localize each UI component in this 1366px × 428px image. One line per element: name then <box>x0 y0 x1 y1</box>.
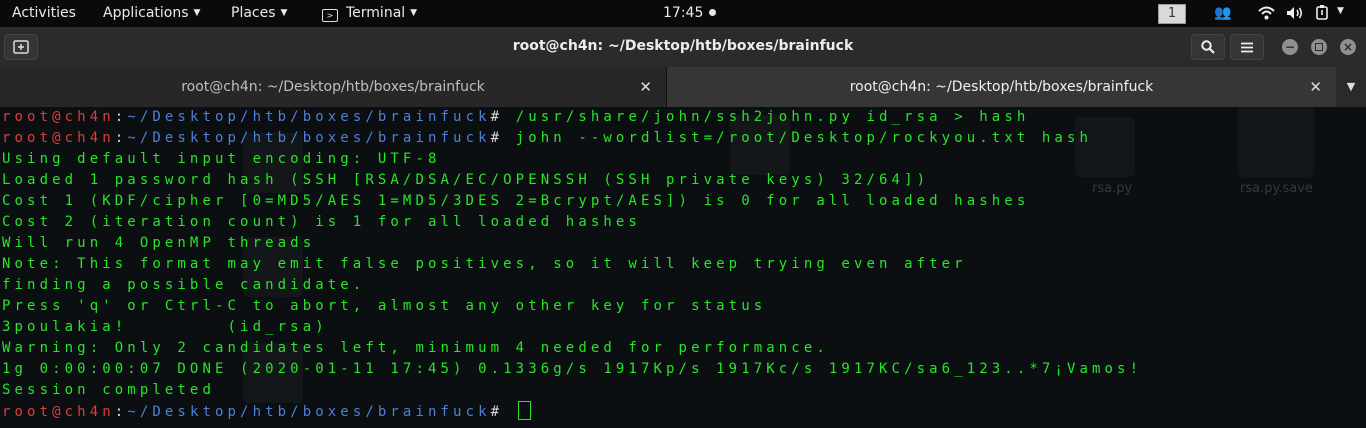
desktop-file-ghost-label: rsa.py <box>1092 181 1133 196</box>
top-panel: Activities Applications ▼ Places ▼ > Termin… <box>0 0 1366 27</box>
output-line: Warning: Only 2 candidates left, minimum… <box>2 340 829 356</box>
applications-label: Applications <box>103 5 189 21</box>
close-tab-icon[interactable]: ✕ <box>1309 78 1322 96</box>
tab-label: root@ch4n: ~/Desktop/htb/boxes/brainfuck <box>181 79 485 95</box>
tab-1[interactable]: root@ch4n: ~/Desktop/htb/boxes/brainfuck… <box>0 67 667 107</box>
output-line: Press 'q' or Ctrl-C to abort, almost any… <box>2 298 767 314</box>
prompt-path: ~/Desktop/htb/boxes/brainfuck <box>127 404 491 420</box>
output-line: Will run 4 OpenMP threads <box>2 235 316 251</box>
prompt-user-host: root@ch4n <box>2 109 115 125</box>
prompt-symbol: # <box>490 109 504 125</box>
prompt-path: ~/Desktop/htb/boxes/brainfuck <box>127 130 491 146</box>
prompt-symbol: # <box>490 130 504 146</box>
tab-list-button[interactable]: ▼ <box>1336 67 1366 107</box>
prompt-colon: : <box>114 130 128 146</box>
system-menu-chevron-icon[interactable]: ▼ <box>1337 6 1344 16</box>
window-title: root@ch4n: ~/Desktop/htb/boxes/brainfuck <box>512 38 854 54</box>
chevron-down-icon: ▼ <box>193 8 201 18</box>
tab-2[interactable]: root@ch4n: ~/Desktop/htb/boxes/brainfuck… <box>667 67 1336 107</box>
chevron-down-icon: ▼ <box>1346 80 1356 93</box>
maximize-button[interactable] <box>1311 39 1327 55</box>
terminal-app-label: Terminal <box>346 5 406 21</box>
chevron-down-icon: ▼ <box>280 8 288 18</box>
search-button[interactable] <box>1191 34 1225 60</box>
text-cursor[interactable] <box>517 401 531 420</box>
output-line: Using default input encoding: UTF-8 <box>2 151 441 167</box>
minimize-button[interactable]: − <box>1282 39 1298 55</box>
close-window-button[interactable]: × <box>1340 39 1356 55</box>
output-line: Note: This format may emit false positiv… <box>2 256 967 272</box>
people-icon[interactable]: 👥 <box>1214 5 1231 21</box>
tab-label: root@ch4n: ~/Desktop/htb/boxes/brainfuck <box>849 79 1154 95</box>
prompt-path: ~/Desktop/htb/boxes/brainfuck <box>127 109 491 125</box>
clock-label: 17:45 <box>663 5 704 21</box>
desktop-file-ghost-label: rsa.py.save <box>1240 181 1313 196</box>
clock[interactable]: 17:45 <box>663 5 717 21</box>
places-menu[interactable]: Places ▼ <box>231 5 287 21</box>
command-text: /usr/share/john/ssh2john.py id_rsa > has… <box>503 109 1030 125</box>
terminal-line: root@ch4n:~/Desktop/htb/boxes/brainfuck# <box>2 401 531 423</box>
tab-bar: root@ch4n: ~/Desktop/htb/boxes/brainfuck… <box>0 67 1366 108</box>
output-line: Session completed <box>2 382 215 398</box>
notification-dot-icon <box>709 9 717 16</box>
prompt-colon: : <box>114 109 128 125</box>
terminal-app-menu[interactable]: > Terminal ▼ <box>322 5 417 22</box>
prompt-symbol: # <box>490 404 504 420</box>
workspace-indicator[interactable]: 1 <box>1158 4 1186 24</box>
hamburger-icon <box>1241 42 1253 52</box>
close-icon: × <box>1342 40 1354 54</box>
applications-menu[interactable]: Applications ▼ <box>103 5 200 21</box>
terminal-view[interactable]: rsa.py.save rsa.py root@ch4n:~/Desktop/h… <box>0 107 1366 428</box>
menu-button[interactable] <box>1230 34 1264 60</box>
output-line: Cost 1 (KDF/cipher [0=MD5/AES 1=MD5/3DES… <box>2 193 1030 209</box>
terminal-line: root@ch4n:~/Desktop/htb/boxes/brainfuck#… <box>2 107 1029 128</box>
output-line: finding a possible candidate. <box>2 277 366 293</box>
prompt-colon: : <box>114 404 128 420</box>
terminal-line: root@ch4n:~/Desktop/htb/boxes/brainfuck#… <box>2 128 1092 149</box>
window-titlebar: root@ch4n: ~/Desktop/htb/boxes/brainfuck… <box>0 27 1366 67</box>
search-icon <box>1201 40 1215 54</box>
wifi-icon[interactable] <box>1258 6 1275 24</box>
prompt-user-host: root@ch4n <box>2 130 115 146</box>
maximize-icon <box>1315 43 1323 51</box>
output-line: Loaded 1 password hash (SSH [RSA/DSA/EC/… <box>2 172 930 188</box>
chevron-down-icon: ▼ <box>410 8 418 18</box>
volume-icon[interactable] <box>1286 6 1304 24</box>
command-text: john --wordlist=/root/Desktop/rockyou.tx… <box>503 130 1093 146</box>
power-icon[interactable] <box>1316 5 1328 24</box>
prompt-user-host: root@ch4n <box>2 404 115 420</box>
terminal-icon: > <box>322 9 338 22</box>
activities-button[interactable]: Activities <box>12 5 76 21</box>
output-line: Cost 2 (iteration count) is 1 for all lo… <box>2 214 641 230</box>
output-line: 1g 0:00:00:07 DONE (2020-01-11 17:45) 0.… <box>2 361 1143 377</box>
close-tab-icon[interactable]: ✕ <box>639 78 652 96</box>
places-label: Places <box>231 5 276 21</box>
desktop-file-ghost-icon <box>1238 107 1314 177</box>
minimize-icon: − <box>1284 40 1296 54</box>
cracked-password-line: 3poulakia! (id_rsa) <box>2 319 328 335</box>
